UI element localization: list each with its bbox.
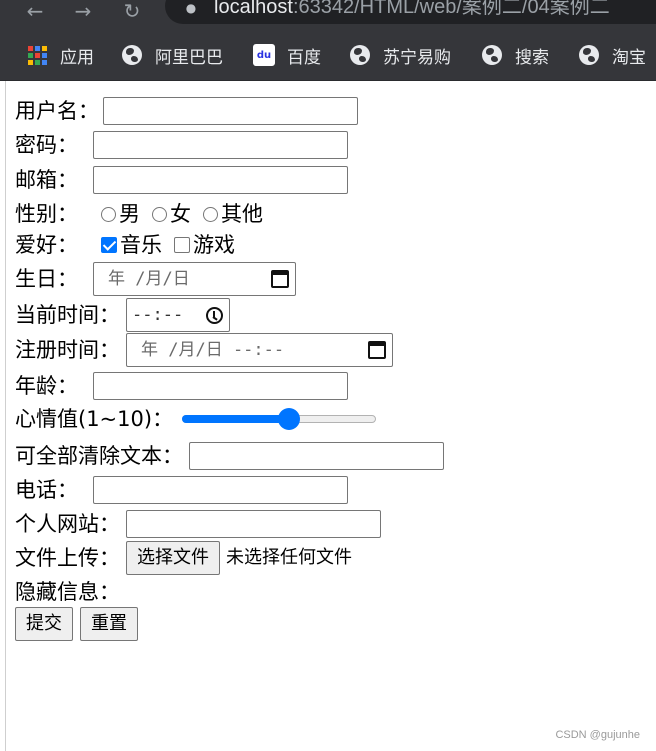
age-label: 年龄： bbox=[15, 374, 78, 398]
reload-icon[interactable]: ↻ bbox=[117, 0, 147, 22]
username-input[interactable] bbox=[103, 97, 358, 125]
hobby-option-music: 音乐 bbox=[120, 233, 162, 257]
username-label: 用户名： bbox=[15, 99, 99, 123]
baidu-paw-icon: du bbox=[253, 44, 275, 66]
mood-row: 心情值(1~10)： bbox=[15, 407, 377, 431]
globe-icon bbox=[578, 44, 600, 66]
email-label: 邮箱： bbox=[15, 168, 78, 192]
upload-status: 未选择任何文件 bbox=[226, 547, 352, 568]
gender-option-male: 男 bbox=[119, 202, 140, 226]
globe-icon bbox=[121, 44, 143, 66]
register-datetime-input[interactable]: 年 /月/日 --:-- bbox=[126, 333, 393, 367]
csdn-watermark: CSDN @gujunhe bbox=[555, 729, 640, 741]
birthday-row: 生日： 年 /月/日 bbox=[15, 262, 296, 296]
page-edge-divider bbox=[5, 81, 6, 751]
register-time-row: 注册时间： 年 /月/日 --:-- bbox=[15, 333, 393, 367]
current-time-row: 当前时间： --:-- bbox=[15, 298, 230, 332]
search-input[interactable] bbox=[189, 442, 444, 470]
back-arrow-icon[interactable]: ← bbox=[20, 0, 50, 22]
bookmark-suning[interactable]: 苏宁易购 bbox=[349, 30, 451, 80]
bookmark-label: 应用 bbox=[60, 47, 94, 68]
gender-label: 性别： bbox=[15, 202, 78, 226]
email-row: 邮箱： bbox=[15, 166, 348, 194]
current-time-value: --:-- bbox=[132, 305, 184, 325]
phone-row: 电话： bbox=[15, 476, 348, 504]
website-label: 个人网站： bbox=[15, 512, 120, 536]
phone-input[interactable] bbox=[93, 476, 348, 504]
hobby-checkbox-games[interactable] bbox=[174, 237, 190, 253]
birthday-date-input[interactable]: 年 /月/日 bbox=[93, 262, 296, 296]
email-input[interactable] bbox=[93, 166, 348, 194]
gender-radio-female[interactable] bbox=[152, 206, 167, 222]
site-info-icon[interactable]: ● bbox=[183, 0, 199, 16]
password-row: 密码： bbox=[15, 131, 348, 159]
search-label: 可全部清除文本： bbox=[15, 444, 183, 468]
mood-slider-fill bbox=[182, 415, 289, 423]
reset-button[interactable]: 重置 bbox=[80, 607, 138, 641]
current-time-input[interactable]: --:-- bbox=[126, 298, 230, 332]
gender-option-female: 女 bbox=[170, 202, 191, 226]
bookmark-label: 淘宝 bbox=[612, 47, 646, 68]
birthday-date-value: 年 /月/日 bbox=[108, 269, 190, 289]
hobby-label: 爱好： bbox=[15, 233, 78, 257]
register-datetime-value: 年 /月/日 --:-- bbox=[141, 340, 285, 360]
gender-radio-other[interactable] bbox=[203, 206, 218, 222]
gender-row: 性别： 男 女 其他 bbox=[15, 202, 275, 226]
bookmark-apps[interactable]: 应用 bbox=[26, 30, 94, 80]
bookmark-taobao[interactable]: 淘宝 bbox=[578, 30, 646, 80]
bookmark-label: 搜索 bbox=[515, 47, 549, 68]
form-actions: 提交 重置 bbox=[15, 607, 138, 641]
website-input[interactable] bbox=[126, 510, 381, 538]
apps-grid-icon bbox=[26, 44, 48, 66]
mood-slider-thumb[interactable] bbox=[277, 408, 300, 430]
register-time-label: 注册时间： bbox=[15, 338, 120, 362]
forward-arrow-icon[interactable]: → bbox=[68, 0, 98, 22]
gender-radio-male[interactable] bbox=[101, 206, 116, 222]
hobby-option-games: 游戏 bbox=[193, 233, 235, 257]
calendar-icon[interactable] bbox=[271, 270, 289, 288]
globe-icon bbox=[481, 44, 503, 66]
password-input[interactable] bbox=[93, 131, 348, 159]
bookmark-label: 百度 bbox=[287, 47, 321, 68]
hobby-checkbox-music[interactable] bbox=[101, 237, 117, 253]
bookmark-search[interactable]: 搜索 bbox=[481, 30, 549, 80]
password-label: 密码： bbox=[15, 133, 78, 157]
bookmark-baidu[interactable]: du 百度 bbox=[253, 30, 321, 80]
bookmark-alibaba[interactable]: 阿里巴巴 bbox=[121, 30, 223, 80]
search-row: 可全部清除文本： bbox=[15, 442, 444, 470]
phone-label: 电话： bbox=[15, 478, 78, 502]
url-path: :63342/HTML/web/案例二/04案例二 bbox=[292, 0, 610, 18]
address-bar-url[interactable]: localhost:63342/HTML/web/案例二/04案例二 bbox=[214, 0, 610, 19]
hidden-row: 隐藏信息： bbox=[15, 580, 120, 604]
username-row: 用户名： bbox=[15, 97, 358, 125]
mood-slider[interactable] bbox=[182, 408, 377, 430]
clock-icon[interactable] bbox=[206, 306, 223, 324]
hidden-label: 隐藏信息： bbox=[15, 580, 120, 604]
browser-toolbar: ← → ↻ ● localhost:63342/HTML/web/案例二/04案… bbox=[0, 0, 656, 30]
bookmark-label: 阿里巴巴 bbox=[155, 47, 223, 68]
age-input[interactable] bbox=[93, 372, 348, 400]
url-host: localhost bbox=[214, 0, 293, 18]
upload-row: 文件上传： 选择文件 未选择任何文件 bbox=[15, 541, 352, 575]
submit-button[interactable]: 提交 bbox=[15, 607, 73, 641]
age-row: 年龄： bbox=[15, 372, 348, 400]
birthday-label: 生日： bbox=[15, 267, 78, 291]
globe-icon bbox=[349, 44, 371, 66]
bookmark-label: 苏宁易购 bbox=[383, 47, 451, 68]
page-content: 用户名： 密码： 邮箱： 性别： 男 女 其他 爱好： 音乐 游戏 生日： 年 … bbox=[0, 81, 656, 751]
bookmarks-bar: 应用 阿里巴巴 du 百度 苏宁易购 搜索 淘宝 bbox=[0, 30, 656, 81]
gender-option-other: 其他 bbox=[221, 202, 263, 226]
website-row: 个人网站： bbox=[15, 510, 381, 538]
current-time-label: 当前时间： bbox=[15, 303, 120, 327]
mood-label: 心情值(1~10)： bbox=[15, 407, 174, 431]
calendar-icon[interactable] bbox=[368, 341, 386, 359]
choose-file-button[interactable]: 选择文件 bbox=[126, 541, 220, 575]
hobby-row: 爱好： 音乐 游戏 bbox=[15, 233, 247, 257]
upload-label: 文件上传： bbox=[15, 546, 120, 570]
